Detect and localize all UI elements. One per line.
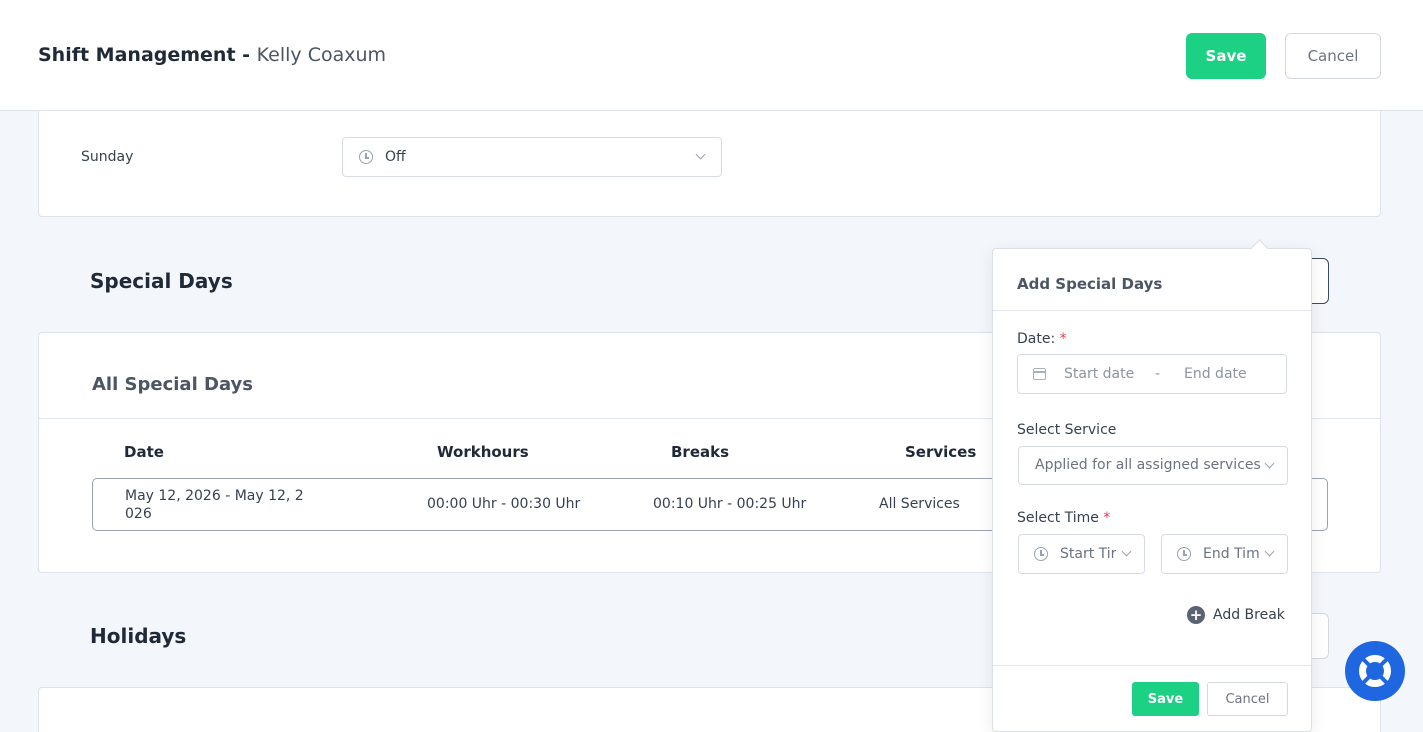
special-days-heading: Special Days [90,269,233,293]
clock-icon [1034,547,1048,561]
divider [993,665,1311,666]
end-time-select[interactable]: End Tim [1161,534,1288,574]
chevron-down-icon [1264,546,1275,557]
row-services: All Services [879,496,960,512]
sunday-shift-value: Off [385,149,406,165]
date-separator: - [1155,366,1161,382]
time-label: Select Time * [1017,510,1110,526]
time-label-text: Select Time [1017,510,1099,526]
required-mark: * [1103,510,1111,526]
date-label-text: Date: [1017,331,1056,347]
add-break-button[interactable]: + Add Break [1187,606,1285,624]
clock-icon [359,150,373,164]
lifebuoy-icon-center [1368,664,1382,678]
popover-cancel-button[interactable]: Cancel [1207,682,1288,716]
sunday-shift-select[interactable]: Off [342,137,722,177]
service-select[interactable]: Applied for all assigned services [1018,446,1288,485]
clock-icon [1177,547,1191,561]
service-select-value: Applied for all assigned services [1035,457,1261,473]
start-time-value: Start Tir [1060,546,1116,562]
start-time-select[interactable]: Start Tir [1018,534,1145,574]
save-button[interactable]: Save [1186,33,1266,79]
sunday-label: Sunday [81,149,134,165]
employee-name: Kelly Coaxum [256,44,387,66]
service-label: Select Service [1017,422,1117,438]
date-label: Date: * [1017,331,1067,347]
start-date-input[interactable]: Start date [1064,366,1134,382]
plus-circle-icon: + [1187,606,1205,624]
popover-save-button[interactable]: Save [1132,682,1199,716]
help-button[interactable] [1345,641,1405,701]
calendar-icon [1033,368,1046,380]
all-special-days-title: All Special Days [92,374,253,395]
column-header-breaks: Breaks [671,443,730,461]
required-mark: * [1059,331,1067,347]
column-header-workhours: Workhours [437,443,529,461]
column-header-services: Services [905,443,977,461]
divider [993,310,1311,311]
chevron-down-icon [1121,546,1132,557]
row-workhours: 00:00 Uhr - 00:30 Uhr [427,496,581,512]
row-date: May 12, 2026 - May 12, 2026 [125,488,304,522]
add-break-label: Add Break [1213,607,1285,623]
holidays-heading: Holidays [90,624,187,648]
header-bar: Shift Management - Kelly Coaxum Save Can… [0,0,1423,111]
cancel-button[interactable]: Cancel [1285,33,1381,79]
weekly-schedule-card: Sunday Off [38,100,1381,217]
row-breaks: 00:10 Uhr - 00:25 Uhr [653,496,807,512]
end-date-input[interactable]: End date [1184,366,1247,382]
popover-title: Add Special Days [1017,275,1163,293]
date-range-picker[interactable]: Start date - End date [1017,354,1287,394]
column-header-date: Date [124,443,164,461]
chevron-down-icon [695,149,706,160]
add-special-days-popover: Add Special Days Date: * Start date - En… [992,248,1312,732]
page-title: Shift Management - Kelly Coaxum [38,44,386,66]
page-title-text: Shift Management - [38,44,251,66]
chevron-down-icon [1264,458,1275,469]
end-time-value: End Tim [1203,546,1259,562]
